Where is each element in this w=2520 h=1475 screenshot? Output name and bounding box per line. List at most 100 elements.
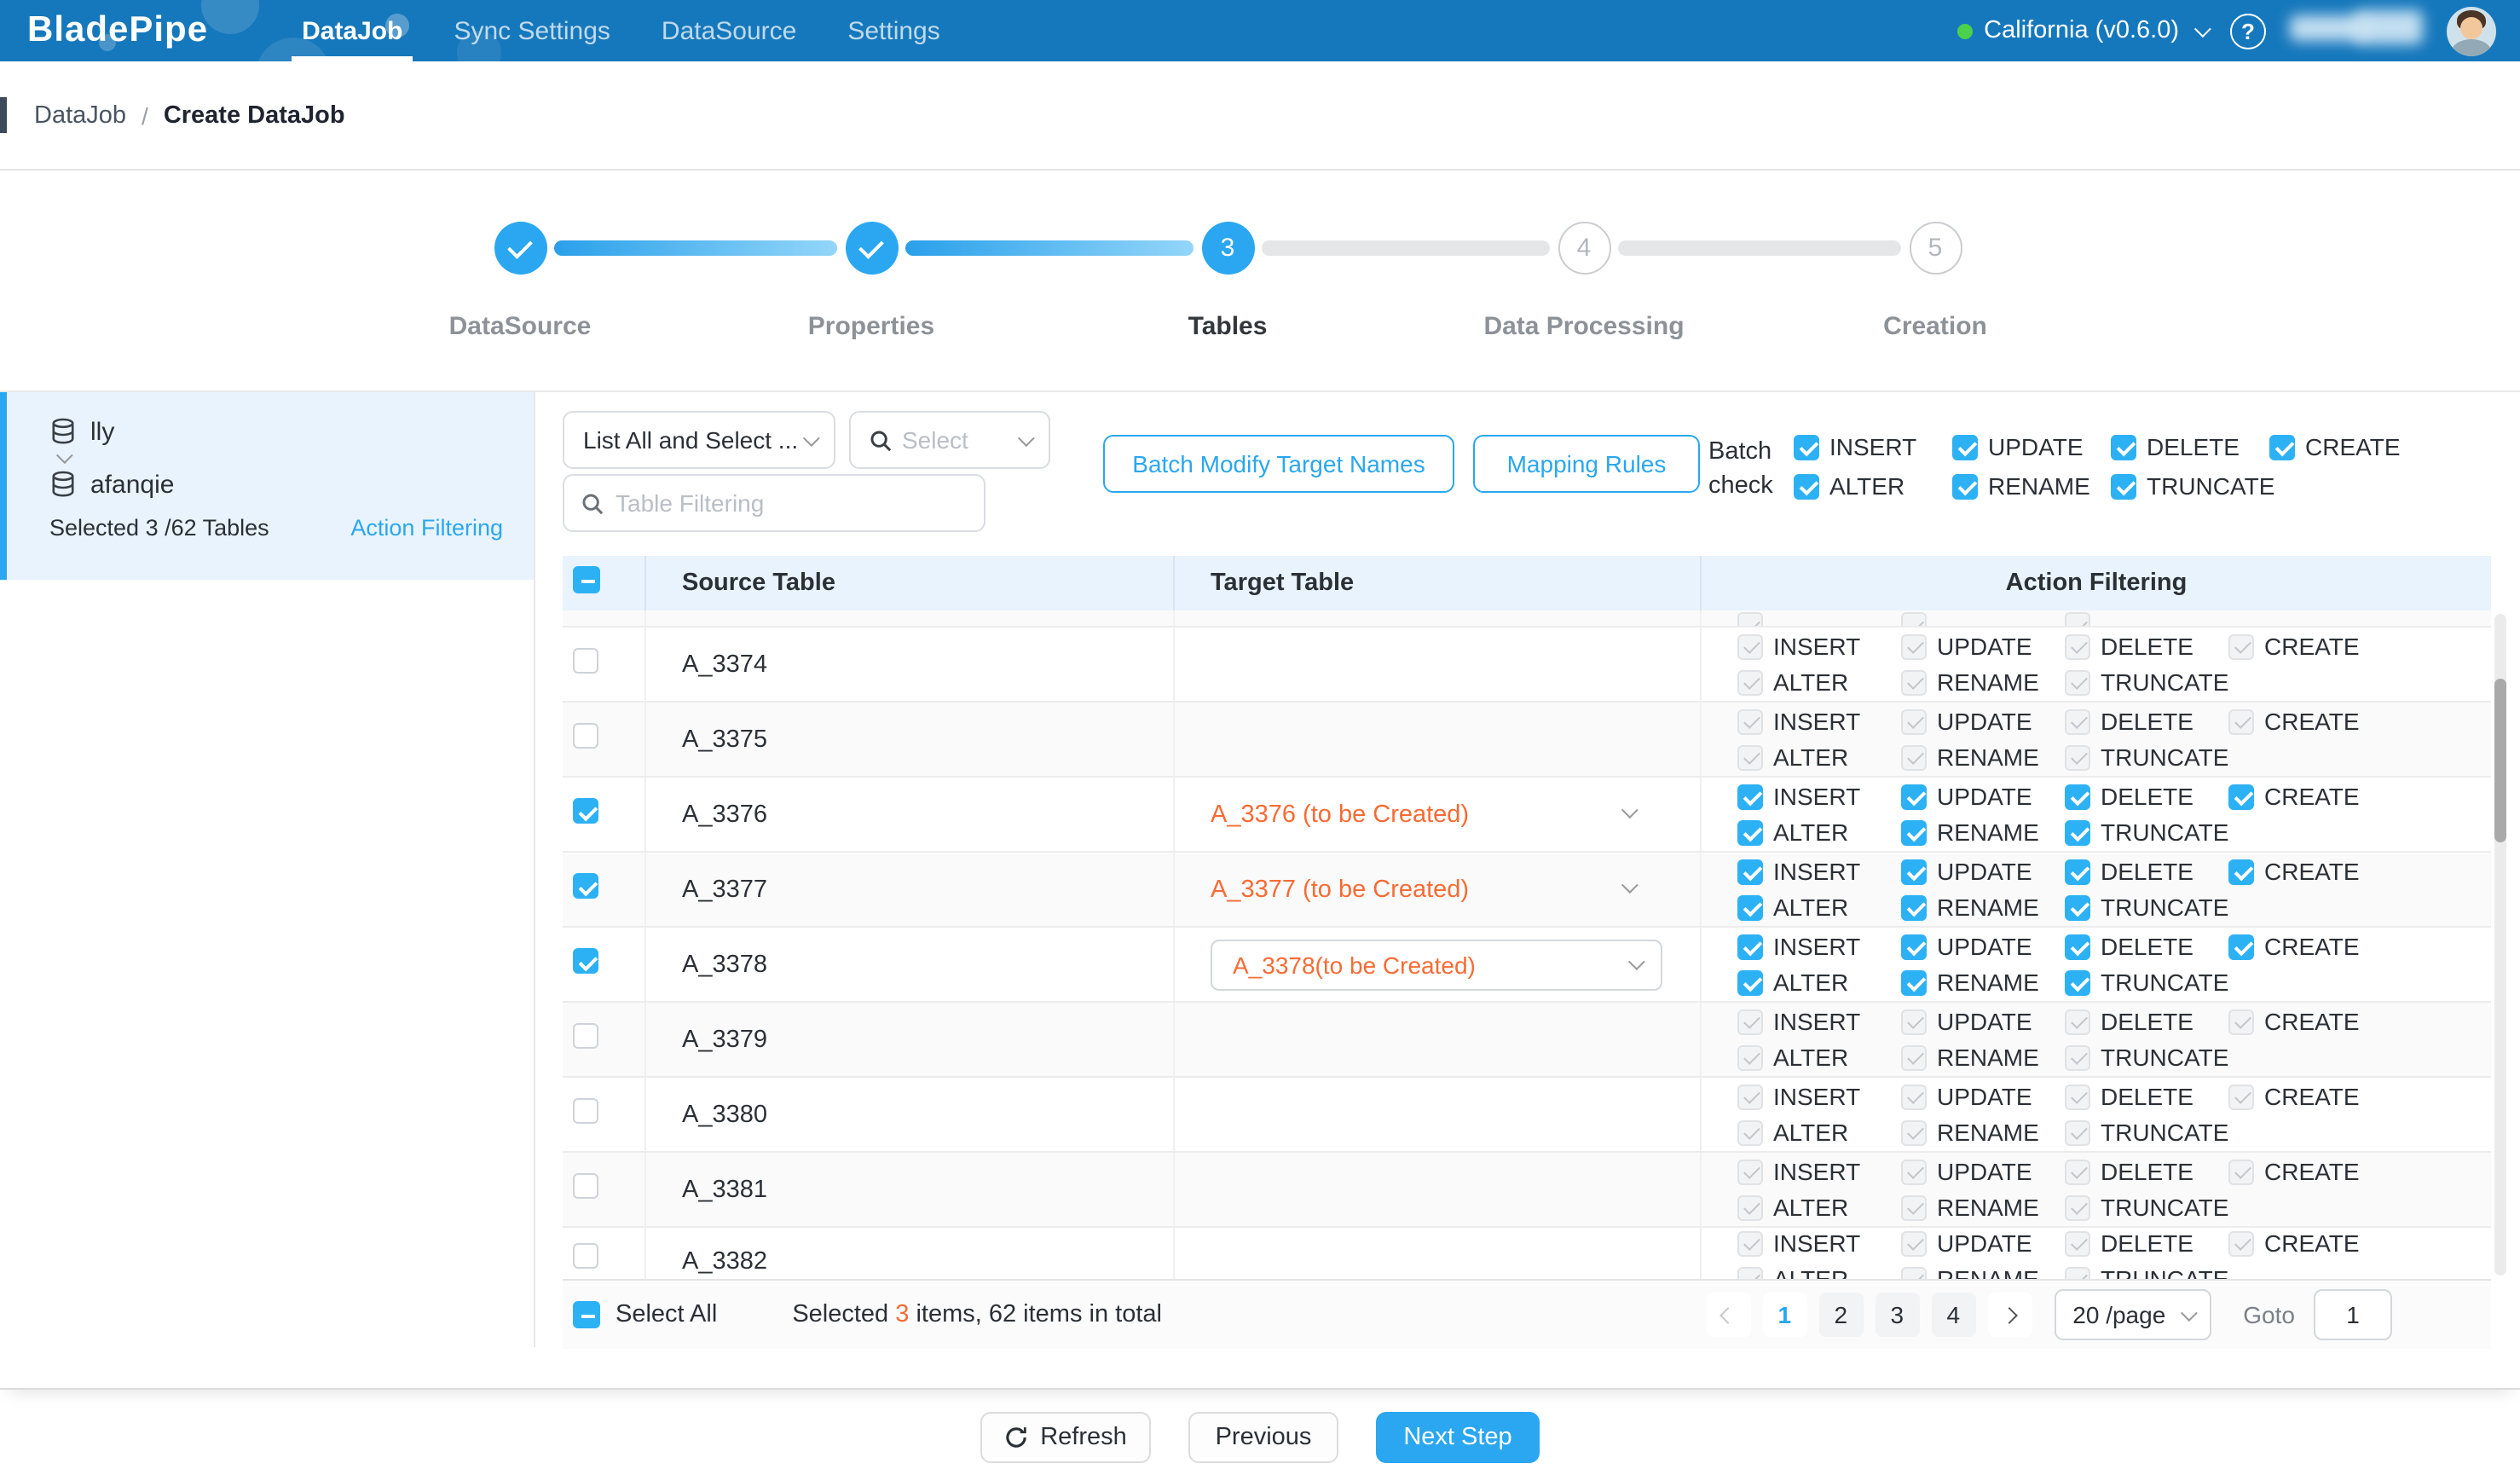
refresh-button[interactable]: Refresh <box>980 1412 1151 1463</box>
checkbox-create[interactable] <box>2228 934 2254 959</box>
next-step-button[interactable]: Next Step <box>1376 1412 1540 1463</box>
nav-item-settings[interactable]: Settings <box>822 0 965 61</box>
action-grid: INSERTALTERUPDATERENAMEDELETETRUNCATECRE… <box>1702 708 2491 771</box>
checkbox-label: ALTER <box>1773 1119 1848 1146</box>
checkbox-truncate[interactable] <box>2065 969 2090 995</box>
breadcrumb-parent[interactable]: DataJob <box>34 101 126 129</box>
checkbox-label: INSERT <box>1773 783 1860 810</box>
batch-modify-target-names-button[interactable]: Batch Modify Target Names <box>1103 435 1454 493</box>
action-insert: INSERT <box>1737 933 1901 960</box>
help-icon[interactable]: ? <box>2230 13 2266 49</box>
checkbox-truncate[interactable] <box>2065 894 2090 920</box>
datasource-sidebar: lly afanqie Selected 3 /62 Tables Acti <box>0 392 535 1347</box>
action-col: INSERTALTER <box>1737 633 1901 696</box>
environment-selector[interactable]: California (v0.6.0) <box>1956 17 2206 44</box>
row-select-checkbox[interactable] <box>573 1173 598 1199</box>
previous-button[interactable]: Previous <box>1188 1412 1338 1463</box>
checkbox-truncate[interactable] <box>2065 819 2090 845</box>
checkbox-truncate <box>2065 1194 2090 1220</box>
checkbox-insert[interactable] <box>1737 934 1763 959</box>
col-header-actions: Action Filtering <box>1700 556 2491 610</box>
page-button-3[interactable]: 3 <box>1875 1293 1919 1337</box>
row-select-checkbox[interactable] <box>573 873 598 899</box>
checkbox-create[interactable] <box>2269 434 2295 460</box>
action-rename: RENAME <box>1901 894 2065 921</box>
page-button-4[interactable]: 4 <box>1931 1293 1975 1337</box>
checkbox-create <box>2228 1159 2254 1184</box>
source-table-cell: A_3380 <box>644 1078 1173 1151</box>
checkbox-alter[interactable] <box>1737 819 1763 845</box>
checkbox-update <box>1901 709 1927 734</box>
row-select-checkbox[interactable] <box>573 1023 598 1049</box>
mapping-rules-button[interactable]: Mapping Rules <box>1473 435 1700 493</box>
checkbox-update[interactable] <box>1952 434 1978 460</box>
checkbox-alter[interactable] <box>1737 969 1763 995</box>
prev-page-button[interactable] <box>1706 1293 1750 1337</box>
checkbox-insert[interactable] <box>1794 434 1819 460</box>
step-label: Tables <box>1091 312 1364 341</box>
row-select-checkbox[interactable] <box>573 948 598 974</box>
checkbox-rename[interactable] <box>1901 969 1927 995</box>
checkbox-truncate[interactable] <box>2111 473 2136 499</box>
checkbox-label: INSERT <box>1829 433 1916 460</box>
source-table-name: A_3380 <box>682 1101 767 1128</box>
action-alter: ALTER <box>1737 1265 1901 1279</box>
checkbox-update[interactable] <box>1901 784 1927 809</box>
table-filter-input[interactable] <box>616 489 967 517</box>
action-filtering-link[interactable]: Action Filtering <box>350 515 503 541</box>
list-mode-select[interactable]: List All and Select ... <box>563 411 835 469</box>
select-all-checkbox[interactable] <box>573 1301 600 1328</box>
checkbox-update[interactable] <box>1901 859 1927 884</box>
checkbox-rename[interactable] <box>1952 473 1978 499</box>
action-insert: INSERT <box>1737 783 1901 810</box>
select-page-checkbox[interactable] <box>573 566 600 593</box>
nav-item-datasource[interactable]: DataSource <box>636 0 822 61</box>
target-table-select[interactable]: A_3378(to be Created) <box>1211 939 1662 990</box>
goto-page-input[interactable] <box>2314 1289 2392 1340</box>
checkbox-rename[interactable] <box>1901 894 1927 920</box>
checkbox-update[interactable] <box>1901 934 1927 959</box>
action-rename: RENAME <box>1901 1265 2065 1279</box>
checkbox-alter[interactable] <box>1737 894 1763 920</box>
action-rename: RENAME <box>1901 743 2065 771</box>
avatar[interactable] <box>2447 6 2496 55</box>
secondary-select[interactable]: Select <box>849 411 1050 469</box>
table-scrollbar-track[interactable] <box>2494 614 2506 1275</box>
row-select-checkbox[interactable] <box>573 723 598 749</box>
checkbox-label: TRUNCATE <box>2147 472 2274 500</box>
checkbox-label: DELETE <box>2101 1158 2193 1185</box>
next-page-button[interactable] <box>1987 1293 2032 1337</box>
nav-item-sync-settings[interactable]: Sync Settings <box>428 0 635 61</box>
action-col: UPDATERENAME <box>1901 1229 2065 1279</box>
brand-logo[interactable]: BladePipe <box>0 0 276 61</box>
checkbox-delete[interactable] <box>2065 859 2090 884</box>
page-button-2[interactable]: 2 <box>1818 1293 1863 1337</box>
goto-label: Goto <box>2243 1301 2295 1328</box>
checkbox-delete[interactable] <box>2065 934 2090 959</box>
status-dot <box>1956 23 1972 38</box>
nav-item-datajob[interactable]: DataJob <box>276 0 428 61</box>
row-select-checkbox[interactable] <box>573 648 598 674</box>
datasource-pair-item[interactable]: lly afanqie Selected 3 /62 Tables Acti <box>0 392 534 580</box>
page-button-1[interactable]: 1 <box>1762 1293 1806 1337</box>
checkbox-create[interactable] <box>2228 784 2254 809</box>
source-table-cell: A_3375 <box>644 703 1173 776</box>
table-scrollbar-thumb[interactable] <box>2494 679 2506 842</box>
row-select-checkbox[interactable] <box>573 798 598 824</box>
row-select-checkbox[interactable] <box>573 1098 598 1124</box>
checkbox-rename[interactable] <box>1901 819 1927 845</box>
action-truncate: TRUNCATE <box>2065 969 2228 996</box>
action-alter: ALTER <box>1737 894 1901 921</box>
checkbox-alter[interactable] <box>1794 473 1819 499</box>
checkbox-label: RENAME <box>1937 894 2039 921</box>
checkbox-label: CREATE <box>2305 433 2401 460</box>
page-size-select[interactable]: 20 /page <box>2054 1289 2211 1340</box>
checkbox-delete[interactable] <box>2065 784 2090 809</box>
source-table-name: A_3376 <box>682 801 767 828</box>
checkbox-insert[interactable] <box>1737 859 1763 884</box>
checkbox-delete[interactable] <box>2111 434 2136 460</box>
checkbox-create[interactable] <box>2228 859 2254 884</box>
row-select-checkbox[interactable] <box>573 1243 598 1269</box>
action-col: CREATE <box>2228 633 2392 696</box>
checkbox-insert[interactable] <box>1737 784 1763 809</box>
